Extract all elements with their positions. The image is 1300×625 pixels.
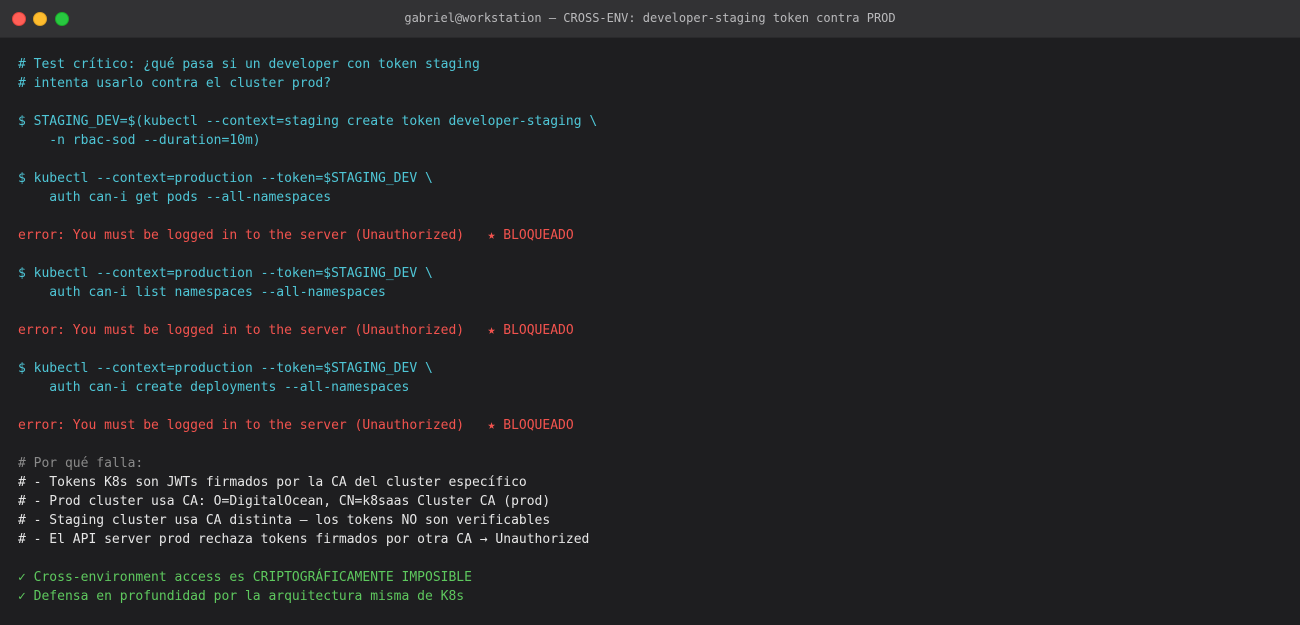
title-bar: gabriel@workstation — CROSS-ENV: develop…	[0, 0, 1300, 38]
terminal-line: # - Staging cluster usa CA distinta — lo…	[18, 513, 551, 528]
terminal-line: $ kubectl --context=production --token=$…	[18, 266, 433, 281]
terminal-line: $ kubectl --context=production --token=$…	[18, 171, 433, 186]
terminal-line: ✓ Cross-environment access es CRIPTOGRÁF…	[18, 570, 472, 585]
terminal-line: ✓ Defensa en profundidad por la arquitec…	[18, 589, 465, 604]
terminal-output[interactable]: # Test crítico: ¿qué pasa si un develope…	[18, 55, 597, 606]
terminal-line: error: You must be logged in to the serv…	[18, 323, 574, 338]
terminal-line: # - Tokens K8s son JWTs firmados por la …	[18, 475, 527, 490]
terminal-line: # - El API server prod rechaza tokens fi…	[18, 532, 590, 547]
terminal-window: gabriel@workstation — CROSS-ENV: develop…	[0, 0, 1300, 625]
terminal-line: auth can-i get pods --all-namespaces	[18, 190, 332, 205]
window-title: gabriel@workstation — CROSS-ENV: develop…	[404, 11, 896, 25]
terminal-line: # - Prod cluster usa CA: O=DigitalOcean,…	[18, 494, 551, 509]
terminal-line: auth can-i create deployments --all-name…	[18, 380, 410, 395]
terminal-line: # Test crítico: ¿qué pasa si un develope…	[18, 57, 480, 72]
terminal-line: # Por qué falla:	[18, 456, 144, 471]
terminal-line: # intenta usarlo contra el cluster prod?	[18, 76, 332, 91]
terminal-line: auth can-i list namespaces --all-namespa…	[18, 285, 386, 300]
terminal-line: $ kubectl --context=production --token=$…	[18, 361, 433, 376]
terminal-line: $ STAGING_DEV=$(kubectl --context=stagin…	[18, 114, 598, 129]
terminal-line: error: You must be logged in to the serv…	[18, 418, 574, 433]
terminal-line: error: You must be logged in to the serv…	[18, 228, 574, 243]
terminal-line: -n rbac-sod --duration=10m)	[18, 133, 261, 148]
